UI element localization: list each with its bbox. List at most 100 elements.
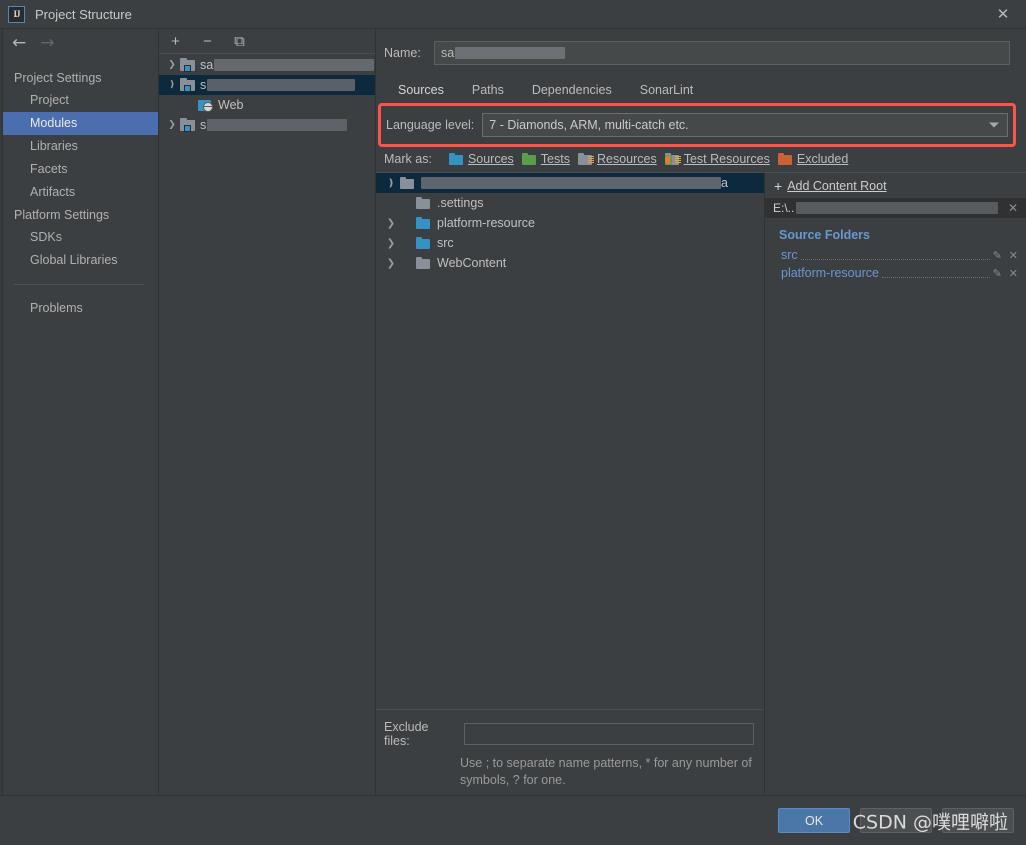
dialog-footer: OK CSDN @噗哩噼啦 <box>0 795 1026 845</box>
chevron-right-icon[interactable]: ❯ <box>164 60 180 70</box>
mark-as-label-tests: Tests <box>540 152 570 166</box>
chevron-right-icon[interactable]: ❯ <box>164 120 180 130</box>
source-folder-item[interactable]: platform-resource ✎ ✕ <box>765 264 1026 282</box>
name-row: Name: sa <box>376 29 1026 65</box>
cancel-button[interactable] <box>860 808 932 833</box>
module-name-input[interactable]: sa <box>434 41 1010 65</box>
sidebar-item-project[interactable]: Project <box>3 89 158 112</box>
mark-as-label: Mark as: <box>384 152 432 166</box>
edit-icon[interactable]: ✎ <box>993 267 1002 280</box>
project-structure-dialog: IJ Project Structure ✕ ← → Project Setti… <box>0 0 1026 845</box>
close-icon[interactable]: ✕ <box>980 0 1026 28</box>
content-root-label: a <box>721 176 728 190</box>
module-tree-row[interactable]: ❯ s <box>159 115 375 135</box>
exclude-files-row: Exclude files: <box>384 720 754 748</box>
intellij-idea-icon: IJ <box>8 5 25 23</box>
content-roots-panel: + Add Content Root E:\.. ✕ Source Folder… <box>765 172 1026 795</box>
mark-as-label-test-resources: Test Resources <box>683 152 770 166</box>
source-folders-title: Source Folders <box>779 228 870 242</box>
mark-as-resources-button[interactable]: Resources <box>577 152 657 166</box>
source-folder-icon <box>416 236 432 250</box>
tree-row-label: WebContent <box>437 256 507 270</box>
tree-row[interactable]: ❯ platform-resource <box>376 213 764 233</box>
language-level-label: Language level: <box>386 118 475 132</box>
sidebar-item-sdks[interactable]: SDKs <box>3 226 158 249</box>
chevron-right-icon[interactable]: ❯ <box>382 258 400 269</box>
remove-icon[interactable]: ✕ <box>1009 249 1018 262</box>
forward-arrow-icon[interactable]: → <box>40 34 54 52</box>
exclude-files-hint: Use ; to separate name patterns, * for a… <box>460 756 752 787</box>
modules-tree: ❯ sa ❫ s ❯ Web ❯ <box>159 54 375 135</box>
module-tree-row[interactable]: ❯ Web <box>159 95 375 115</box>
module-label: sa <box>200 58 214 72</box>
tests-folder-icon <box>521 152 538 166</box>
module-folder-icon <box>180 58 196 72</box>
name-label: Name: <box>384 46 421 60</box>
exclude-files-input[interactable] <box>464 723 754 745</box>
module-folder-icon <box>180 78 196 92</box>
tree-row[interactable]: ❯ src <box>376 233 764 253</box>
tab-dependencies[interactable]: Dependencies <box>518 79 626 105</box>
folder-icon <box>416 256 432 270</box>
module-label: s <box>200 118 207 132</box>
chevron-right-icon[interactable]: ❯ <box>382 238 400 249</box>
facet-label: Web <box>218 98 244 112</box>
mark-as-excluded-button[interactable]: Excluded <box>777 152 848 166</box>
module-detail-panel: Name: sa Sources Paths Dependencies Sona… <box>376 29 1026 795</box>
tab-paths[interactable]: Paths <box>458 79 518 105</box>
sources-tree-split: ❫ a ❯ .settings ❯ <box>376 172 1026 795</box>
chevron-down-icon[interactable]: ❫ <box>382 178 400 189</box>
content-root-path: E:\.. <box>773 201 795 215</box>
tree-row-label: src <box>437 236 454 250</box>
chevron-right-icon[interactable]: ❯ <box>382 218 400 229</box>
folder-icon <box>400 176 416 190</box>
source-folder-item[interactable]: src ✎ ✕ <box>765 246 1026 264</box>
add-content-root-button[interactable]: + Add Content Root <box>765 173 1026 198</box>
remove-module-button[interactable]: − <box>200 34 215 49</box>
content-root-row[interactable]: ❫ a <box>376 173 764 193</box>
settings-sidebar: ← → Project Settings Project Modules Lib… <box>3 29 159 795</box>
sidebar-group-platform-settings: Platform Settings <box>14 208 110 222</box>
back-arrow-icon[interactable]: ← <box>12 34 26 52</box>
mark-as-sources-button[interactable]: Sources <box>448 152 514 166</box>
excluded-folder-icon <box>777 152 794 166</box>
remove-content-root-icon[interactable]: ✕ <box>1008 201 1018 215</box>
redacted-text <box>455 47 566 59</box>
dotted-leader <box>881 269 990 278</box>
module-name-value: sa <box>441 46 455 60</box>
sidebar-navigation: ← → <box>3 29 158 57</box>
chevron-down-icon[interactable]: ❫ <box>164 80 180 90</box>
language-level-select[interactable]: 7 - Diamonds, ARM, multi-catch etc. <box>482 113 1008 137</box>
module-tree-row[interactable]: ❯ sa <box>159 55 375 75</box>
window-title: Project Structure <box>35 6 132 22</box>
chevron-down-icon[interactable] <box>989 122 999 128</box>
edit-icon[interactable]: ✎ <box>993 249 1002 262</box>
sidebar-item-facets[interactable]: Facets <box>3 158 158 181</box>
redacted-text <box>421 177 721 189</box>
sidebar-item-libraries[interactable]: Libraries <box>3 135 158 158</box>
sidebar-item-global-libraries[interactable]: Global Libraries <box>3 249 158 272</box>
tree-row[interactable]: ❯ WebContent <box>376 253 764 273</box>
exclude-files-section: Exclude files: Use ; to separate name pa… <box>376 709 764 795</box>
content-root-item[interactable]: E:\.. ✕ <box>765 198 1026 218</box>
add-module-button[interactable]: + <box>168 34 183 49</box>
redacted-text <box>207 119 348 131</box>
detail-tabs: Sources Paths Dependencies SonarLint <box>376 65 1026 105</box>
exclude-files-label: Exclude files: <box>384 720 429 748</box>
redacted-text <box>796 202 999 214</box>
sidebar-item-modules[interactable]: Modules <box>3 112 158 135</box>
ok-button[interactable]: OK <box>778 808 850 833</box>
apply-button[interactable] <box>942 808 1014 833</box>
mark-as-tests-button[interactable]: Tests <box>521 152 570 166</box>
sources-folder-icon <box>448 152 465 166</box>
mark-as-test-resources-button[interactable]: Test Resources <box>664 152 770 166</box>
module-tree-row[interactable]: ❫ s <box>159 75 375 95</box>
sidebar-item-problems[interactable]: Problems <box>3 297 158 320</box>
copy-module-button[interactable]: ⧉ <box>232 34 247 49</box>
tree-row[interactable]: ❯ .settings <box>376 193 764 213</box>
sidebar-item-artifacts[interactable]: Artifacts <box>3 181 158 204</box>
tab-sonarlint[interactable]: SonarLint <box>626 79 708 105</box>
remove-icon[interactable]: ✕ <box>1009 267 1018 280</box>
tab-sources[interactable]: Sources <box>384 79 458 105</box>
redacted-text <box>214 59 375 71</box>
